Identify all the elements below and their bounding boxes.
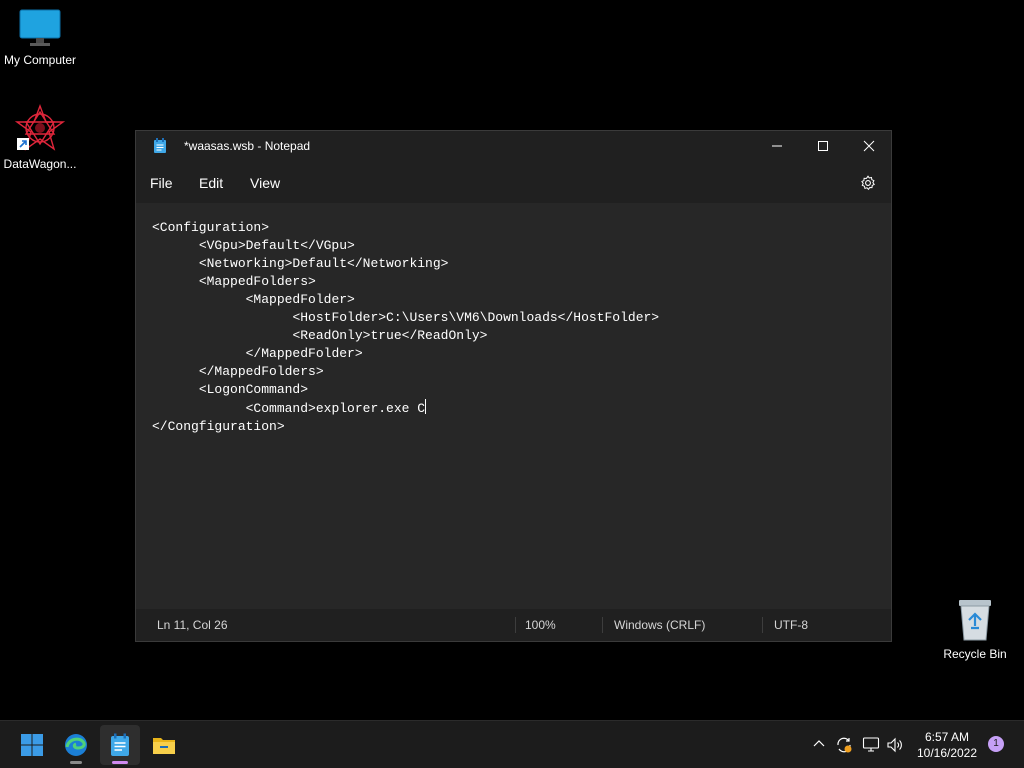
status-divider: [602, 617, 603, 633]
title-bar[interactable]: *waasas.wsb - Notepad: [136, 131, 891, 161]
notepad-icon: [111, 733, 129, 756]
editor-text-before-caret: <Configuration> <VGpu>Default</VGpu> <Ne…: [152, 220, 660, 416]
status-divider: [762, 617, 763, 633]
menu-view[interactable]: View: [250, 175, 280, 191]
network-icon[interactable]: [862, 736, 880, 754]
notepad-icon: [154, 138, 166, 153]
menu-edit[interactable]: Edit: [199, 175, 223, 191]
minimize-button[interactable]: [754, 131, 800, 161]
active-indicator: [112, 761, 128, 764]
status-bar: Ln 11, Col 26 100% Windows (CRLF) UTF-8: [136, 609, 891, 641]
taskbar-edge[interactable]: [56, 725, 96, 765]
start-button[interactable]: [12, 725, 52, 765]
editor-content[interactable]: <Configuration> <VGpu>Default</VGpu> <Ne…: [152, 219, 659, 436]
running-indicator: [70, 761, 82, 764]
volume-icon[interactable]: [886, 736, 904, 754]
zoom-level: 100%: [525, 618, 556, 632]
menu-file[interactable]: File: [150, 175, 173, 191]
text-caret: [425, 399, 427, 414]
status-divider: [515, 617, 516, 633]
edge-icon: [65, 734, 87, 756]
clock-time: 6:57 AM: [924, 730, 970, 744]
maximize-button[interactable]: [800, 131, 846, 161]
desktop-icon-label: Recycle Bin: [943, 647, 1007, 661]
sync-icon[interactable]: [835, 736, 853, 754]
clock-date: 10/16/2022: [916, 746, 978, 760]
text-editor[interactable]: <Configuration> <VGpu>Default</VGpu> <Ne…: [136, 203, 891, 609]
maximize-icon: [818, 141, 828, 151]
taskbar-file-explorer[interactable]: [144, 725, 184, 765]
recycle-bin-icon: [959, 600, 991, 641]
notification-badge[interactable]: 1: [988, 736, 1004, 752]
clock[interactable]: 6:57 AM 10/16/2022: [912, 729, 982, 761]
desktop-icon-datawagon[interactable]: DataWagon...: [0, 104, 80, 171]
desktop-icon-label: My Computer: [3, 53, 77, 67]
cursor-position: Ln 11, Col 26: [157, 618, 228, 632]
encoding: UTF-8: [774, 618, 808, 632]
window-title: *waasas.wsb - Notepad: [184, 139, 311, 153]
editor-text-after-caret: </Congfiguration>: [152, 419, 285, 434]
close-button[interactable]: [846, 131, 892, 161]
windows-logo-icon: [21, 734, 43, 756]
notepad-window: *waasas.wsb - Notepad File Edit View <Co…: [135, 130, 892, 642]
desktop-icon-my-computer[interactable]: My Computer: [0, 8, 80, 67]
desktop-icon-recycle-bin[interactable]: Recycle Bin: [935, 596, 1015, 661]
datawagon-shortcut-icon: [14, 104, 66, 151]
line-ending: Windows (CRLF): [614, 618, 706, 632]
desktop-icon-label: DataWagon...: [3, 157, 77, 171]
file-explorer-icon: [153, 738, 175, 754]
taskbar: 6:57 AM 10/16/2022 1: [0, 720, 1024, 768]
chevron-up-icon[interactable]: [812, 736, 826, 750]
close-icon: [863, 140, 875, 152]
gear-icon[interactable]: [860, 175, 876, 191]
monitor-icon: [19, 9, 61, 46]
minimize-icon: [772, 145, 782, 147]
menu-bar: File Edit View: [136, 161, 891, 203]
taskbar-notepad[interactable]: [100, 725, 140, 765]
